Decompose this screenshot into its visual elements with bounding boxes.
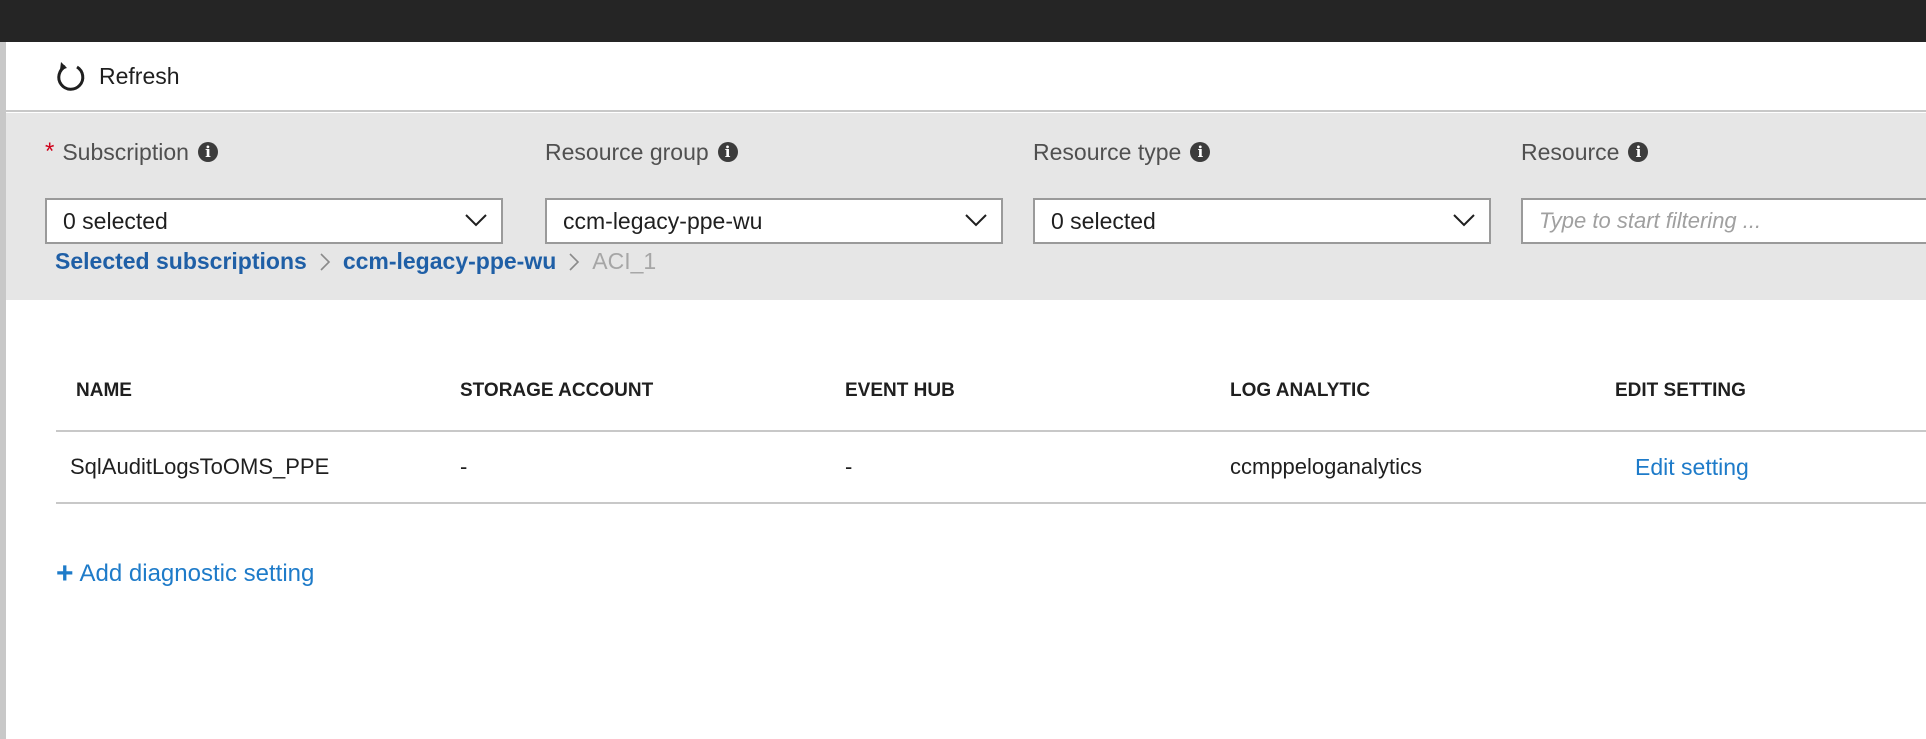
plus-icon: + (56, 557, 74, 590)
filter-bar: * Subscription i 0 selected Resource gro… (6, 113, 1926, 300)
refresh-icon (57, 62, 85, 91)
info-icon[interactable]: i (197, 142, 218, 162)
column-header-log-analytic: LOG ANALYTIC (1230, 380, 1371, 401)
resource-type-label: Resource type i (1033, 137, 1491, 167)
info-icon[interactable]: i (717, 142, 738, 162)
column-header-edit-setting: EDIT SETTING (1615, 380, 1746, 401)
breadcrumb-subscriptions[interactable]: Selected subscriptions (55, 248, 307, 275)
chevron-right-icon (568, 252, 580, 272)
required-marker: * (45, 138, 55, 165)
cell-log-analytic: ccmppeloganalytics (1230, 454, 1422, 479)
column-header-name: NAME (76, 380, 132, 401)
info-icon[interactable]: i (1628, 142, 1649, 162)
diagnostic-settings-table: NAME STORAGE ACCOUNT EVENT HUB LOG ANALY… (56, 360, 1926, 504)
resource-type-dropdown[interactable]: 0 selected (1033, 198, 1491, 244)
resource-group-dropdown[interactable]: ccm-legacy-ppe-wu (545, 198, 1003, 244)
cell-storage-account: - (460, 454, 468, 479)
chevron-down-icon (465, 214, 487, 227)
table-row: SqlAuditLogsToOMS_PPE - - ccmppeloganaly… (56, 432, 1926, 504)
resource-filter-box[interactable] (1521, 198, 1926, 244)
add-diagnostic-setting-link[interactable]: + Add diagnostic setting (56, 559, 314, 589)
command-bar: Refresh (6, 42, 1926, 112)
chevron-down-icon (1453, 214, 1475, 227)
edit-setting-link[interactable]: Edit setting (1635, 454, 1749, 481)
resource-group-filter: Resource group i ccm-legacy-ppe-wu (545, 137, 1003, 244)
resource-label: Resource i (1521, 137, 1926, 167)
chevron-right-icon (319, 252, 331, 272)
table-header: NAME STORAGE ACCOUNT EVENT HUB LOG ANALY… (56, 360, 1926, 432)
resource-filter: Resource i (1521, 137, 1926, 244)
breadcrumb-resource-group[interactable]: ccm-legacy-ppe-wu (343, 248, 556, 275)
resource-type-filter: Resource type i 0 selected (1033, 137, 1491, 244)
resource-group-value: ccm-legacy-ppe-wu (563, 207, 763, 234)
cell-name: SqlAuditLogsToOMS_PPE (70, 454, 330, 479)
top-bar (0, 0, 1926, 42)
subscription-value: 0 selected (63, 207, 168, 234)
resource-group-label: Resource group i (545, 137, 1003, 167)
breadcrumb: Selected subscriptions ccm-legacy-ppe-wu… (55, 248, 656, 275)
cell-event-hub: - (845, 454, 853, 479)
subscription-filter: * Subscription i 0 selected (45, 137, 503, 244)
add-diagnostic-setting-label: Add diagnostic setting (79, 560, 315, 587)
breadcrumb-current: ACI_1 (592, 248, 657, 274)
info-icon[interactable]: i (1190, 142, 1211, 162)
resource-type-value: 0 selected (1051, 207, 1156, 234)
subscription-dropdown[interactable]: 0 selected (45, 198, 503, 244)
resource-filter-input[interactable] (1539, 208, 1926, 234)
column-header-storage-account: STORAGE ACCOUNT (460, 380, 654, 401)
column-header-event-hub: EVENT HUB (845, 380, 955, 401)
chevron-down-icon (965, 214, 987, 227)
refresh-button[interactable]: Refresh (55, 59, 180, 93)
refresh-label: Refresh (99, 62, 180, 89)
subscription-label: * Subscription i (45, 137, 503, 167)
